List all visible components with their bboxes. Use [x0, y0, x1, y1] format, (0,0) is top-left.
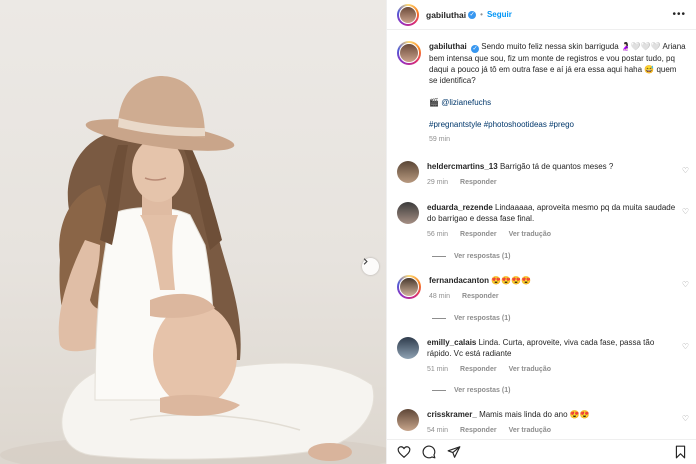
reply-button[interactable]: Responder [460, 179, 497, 186]
comment-username[interactable]: fernandacanton [429, 276, 489, 285]
post-photo[interactable] [0, 0, 386, 464]
post-side-panel: gabiluthai ✓ • Seguir ••• gabiluthai ✓ S… [386, 0, 696, 464]
commenter-avatar[interactable] [397, 337, 419, 359]
commenter-avatar[interactable] [397, 409, 419, 431]
view-replies-button[interactable]: Ver respostas (1) [432, 253, 510, 260]
view-replies-label: Ver respostas (1) [454, 387, 511, 394]
view-replies-button[interactable]: Ver respostas (1) [432, 315, 510, 322]
heart-outline-icon[interactable]: ♡ [682, 166, 689, 175]
author-avatar[interactable] [397, 3, 419, 26]
commenter-avatar[interactable] [397, 161, 419, 183]
heart-outline-icon[interactable]: ♡ [682, 342, 689, 351]
heart-outline-icon[interactable]: ♡ [682, 280, 689, 289]
comment-item: fernandacanton 😍😍😍😍 48 min Responder [397, 275, 689, 302]
share-icon[interactable] [447, 445, 461, 459]
commenter-avatar[interactable] [397, 275, 421, 299]
comment-text: Mamis mais linda do ano 😍😍 [479, 410, 590, 419]
comment-username[interactable]: crisskramer_ [427, 410, 477, 419]
more-options-icon[interactable]: ••• [672, 9, 686, 20]
chevron-right-icon [363, 258, 368, 265]
translate-button[interactable]: Ver tradução [509, 427, 551, 434]
separator-dot: • [480, 10, 483, 19]
comment-icon[interactable] [422, 445, 436, 459]
reply-button[interactable]: Responder [460, 366, 497, 373]
comment-item: crisskramer_ Mamis mais linda do ano 😍😍 … [397, 409, 689, 436]
heart-icon[interactable] [397, 445, 411, 459]
translate-button[interactable]: Ver tradução [509, 231, 551, 238]
caption-text: Sendo muito feliz nessa skin barriguda 🤰… [429, 42, 686, 85]
comment-text: Barrigão tá de quantos meses ? [499, 162, 614, 171]
comment-item: eduarda_rezende Lindaaaaa, aproveita mes… [397, 202, 689, 240]
comment-username[interactable]: eduarda_rezende [427, 203, 493, 212]
comment-time: 51 min [427, 366, 449, 373]
view-replies-label: Ver respostas (1) [454, 253, 511, 260]
comment-time: 56 min [427, 231, 449, 238]
post-action-bar [387, 439, 696, 464]
comment-time: 48 min [429, 293, 451, 300]
bookmark-icon[interactable] [674, 445, 687, 464]
caption-username[interactable]: gabiluthai [429, 42, 467, 51]
verified-badge-icon: ✓ [468, 10, 477, 19]
credit-icon: 🎬 [429, 98, 439, 107]
credit-mention-link[interactable]: @lizianefuchs [441, 98, 491, 107]
reply-button[interactable]: Responder [462, 293, 499, 300]
author-username[interactable]: gabiluthai [426, 10, 466, 20]
next-photo-button[interactable] [362, 258, 379, 275]
translate-button[interactable]: Ver tradução [509, 366, 551, 373]
commenter-avatar[interactable] [397, 202, 419, 224]
comment-text: 😍😍😍😍 [491, 276, 532, 285]
comment-username[interactable]: heldercmartins_13 [427, 162, 498, 171]
heart-outline-icon[interactable]: ♡ [682, 207, 689, 216]
heart-outline-icon[interactable]: ♡ [682, 414, 689, 423]
reply-button[interactable]: Responder [460, 231, 497, 238]
comment-time: 29 min [427, 179, 449, 186]
caption-time: 59 min [429, 136, 451, 143]
view-replies-label: Ver respostas (1) [454, 315, 511, 322]
comment-username[interactable]: emilly_calais [427, 338, 476, 347]
post-header: gabiluthai ✓ • Seguir ••• [387, 0, 696, 30]
comment-item: heldercmartins_13 Barrigão tá de quantos… [397, 161, 689, 188]
pregnant-woman-photo [0, 76, 386, 464]
follow-button[interactable]: Seguir [487, 10, 512, 19]
comment-time: 54 min [427, 427, 449, 434]
verified-badge-icon: ✓ [471, 45, 480, 53]
author-avatar[interactable] [397, 41, 421, 65]
view-replies-button[interactable]: Ver respostas (1) [432, 387, 510, 394]
hashtags-link[interactable]: #pregnantstyle #photoshootideas #prego [429, 119, 687, 130]
comments-list[interactable]: gabiluthai ✓ Sendo muito feliz nessa ski… [387, 31, 696, 439]
reply-button[interactable]: Responder [460, 427, 497, 434]
comment-item: emilly_calais Linda. Curta, aproveite, v… [397, 337, 689, 375]
caption-row: gabiluthai ✓ Sendo muito feliz nessa ski… [397, 41, 689, 145]
